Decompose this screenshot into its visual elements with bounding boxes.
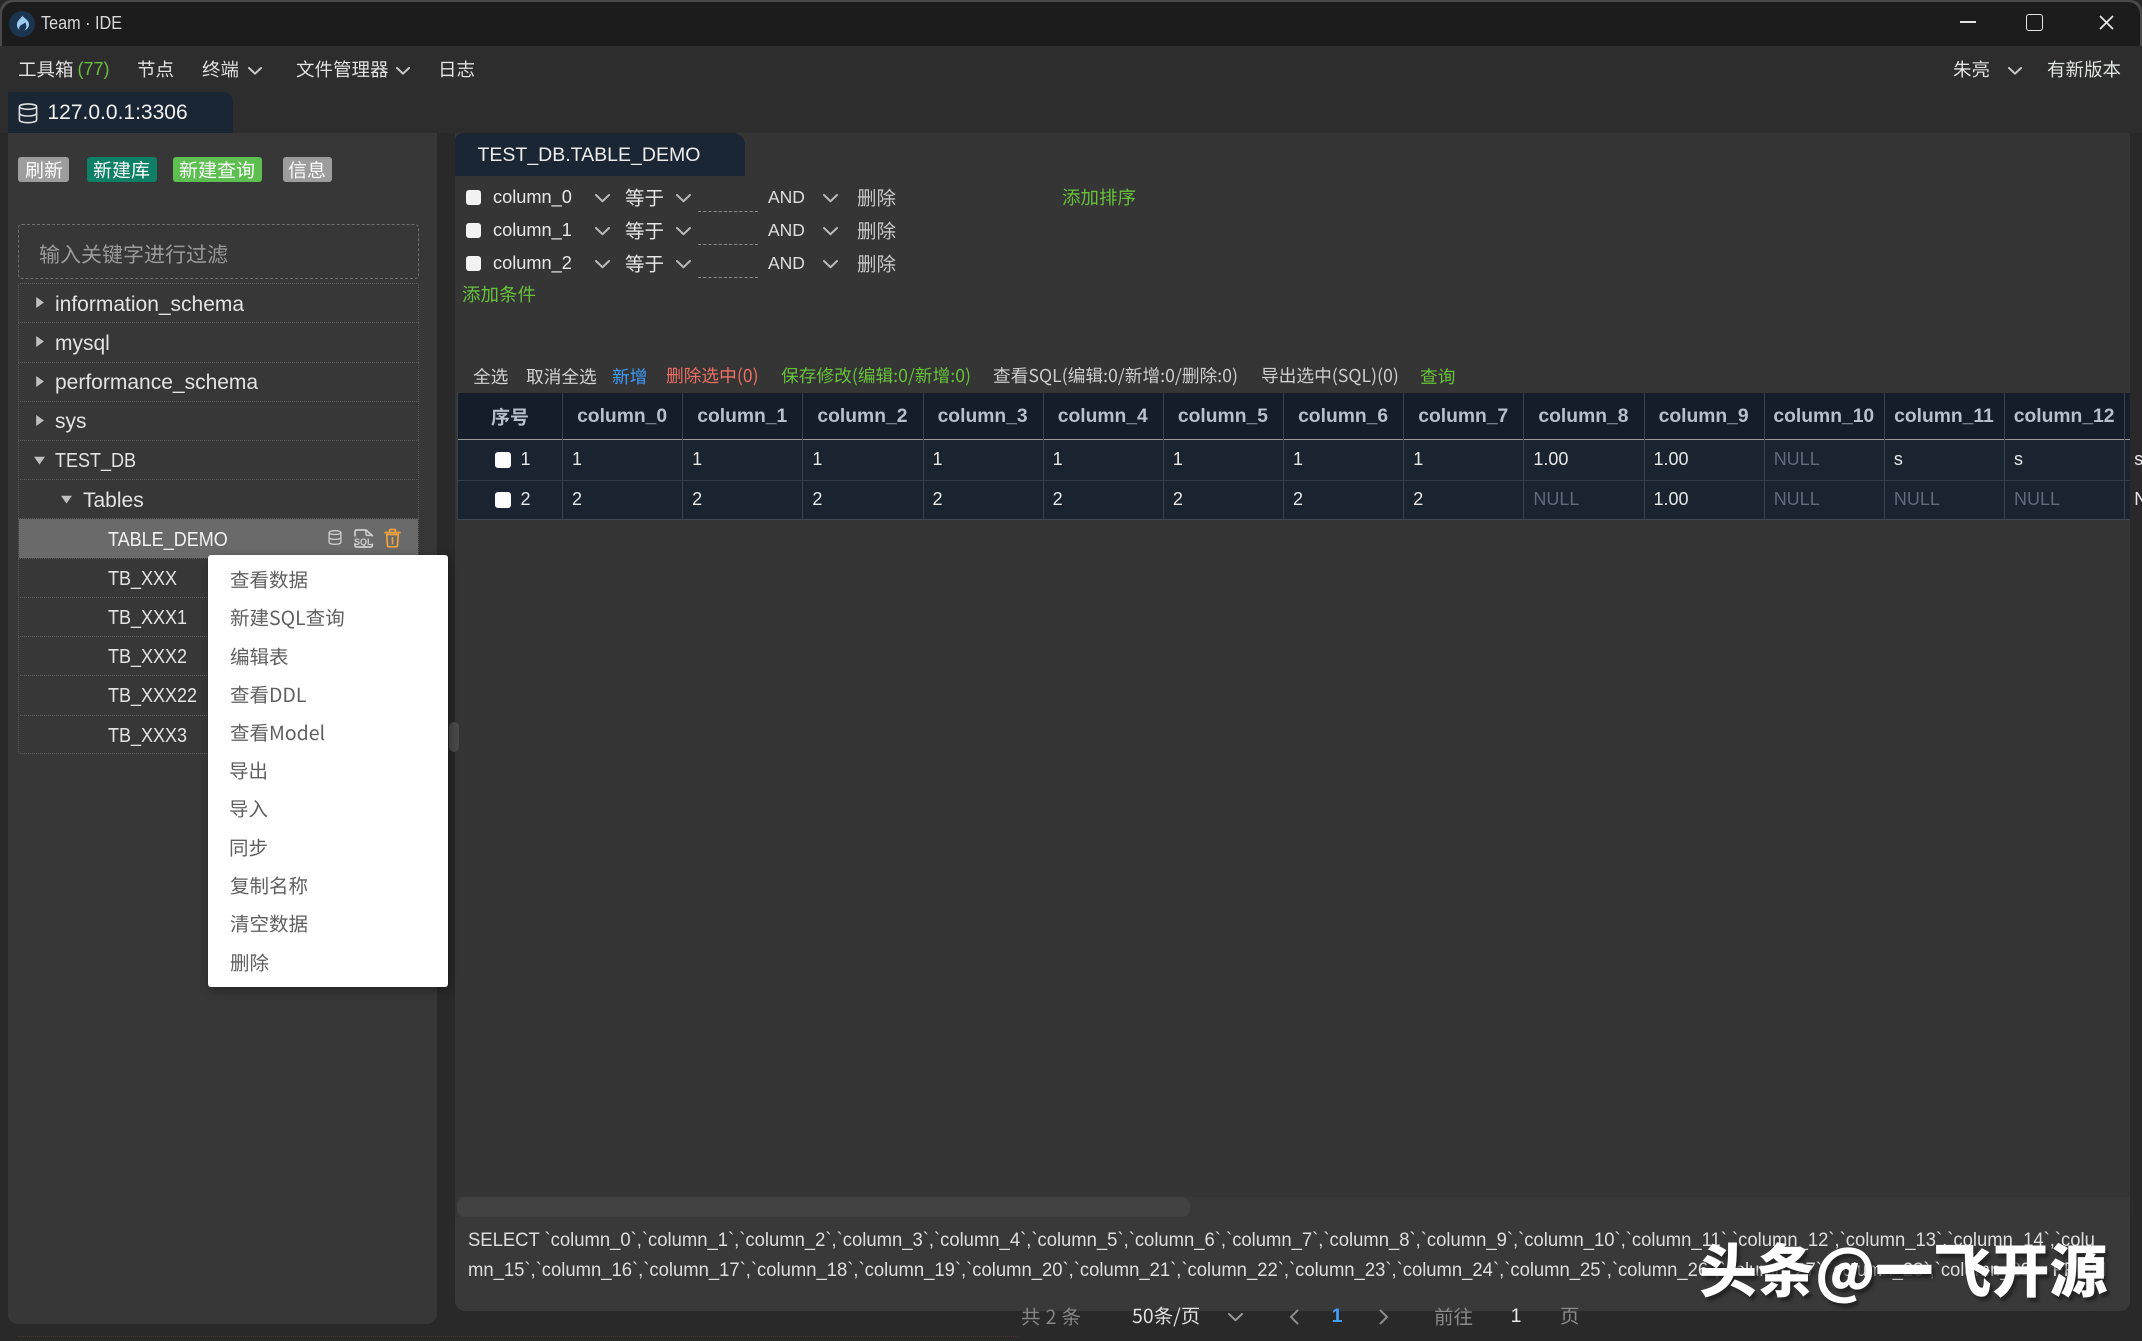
svg-text:SQL: SQL [354, 537, 373, 547]
